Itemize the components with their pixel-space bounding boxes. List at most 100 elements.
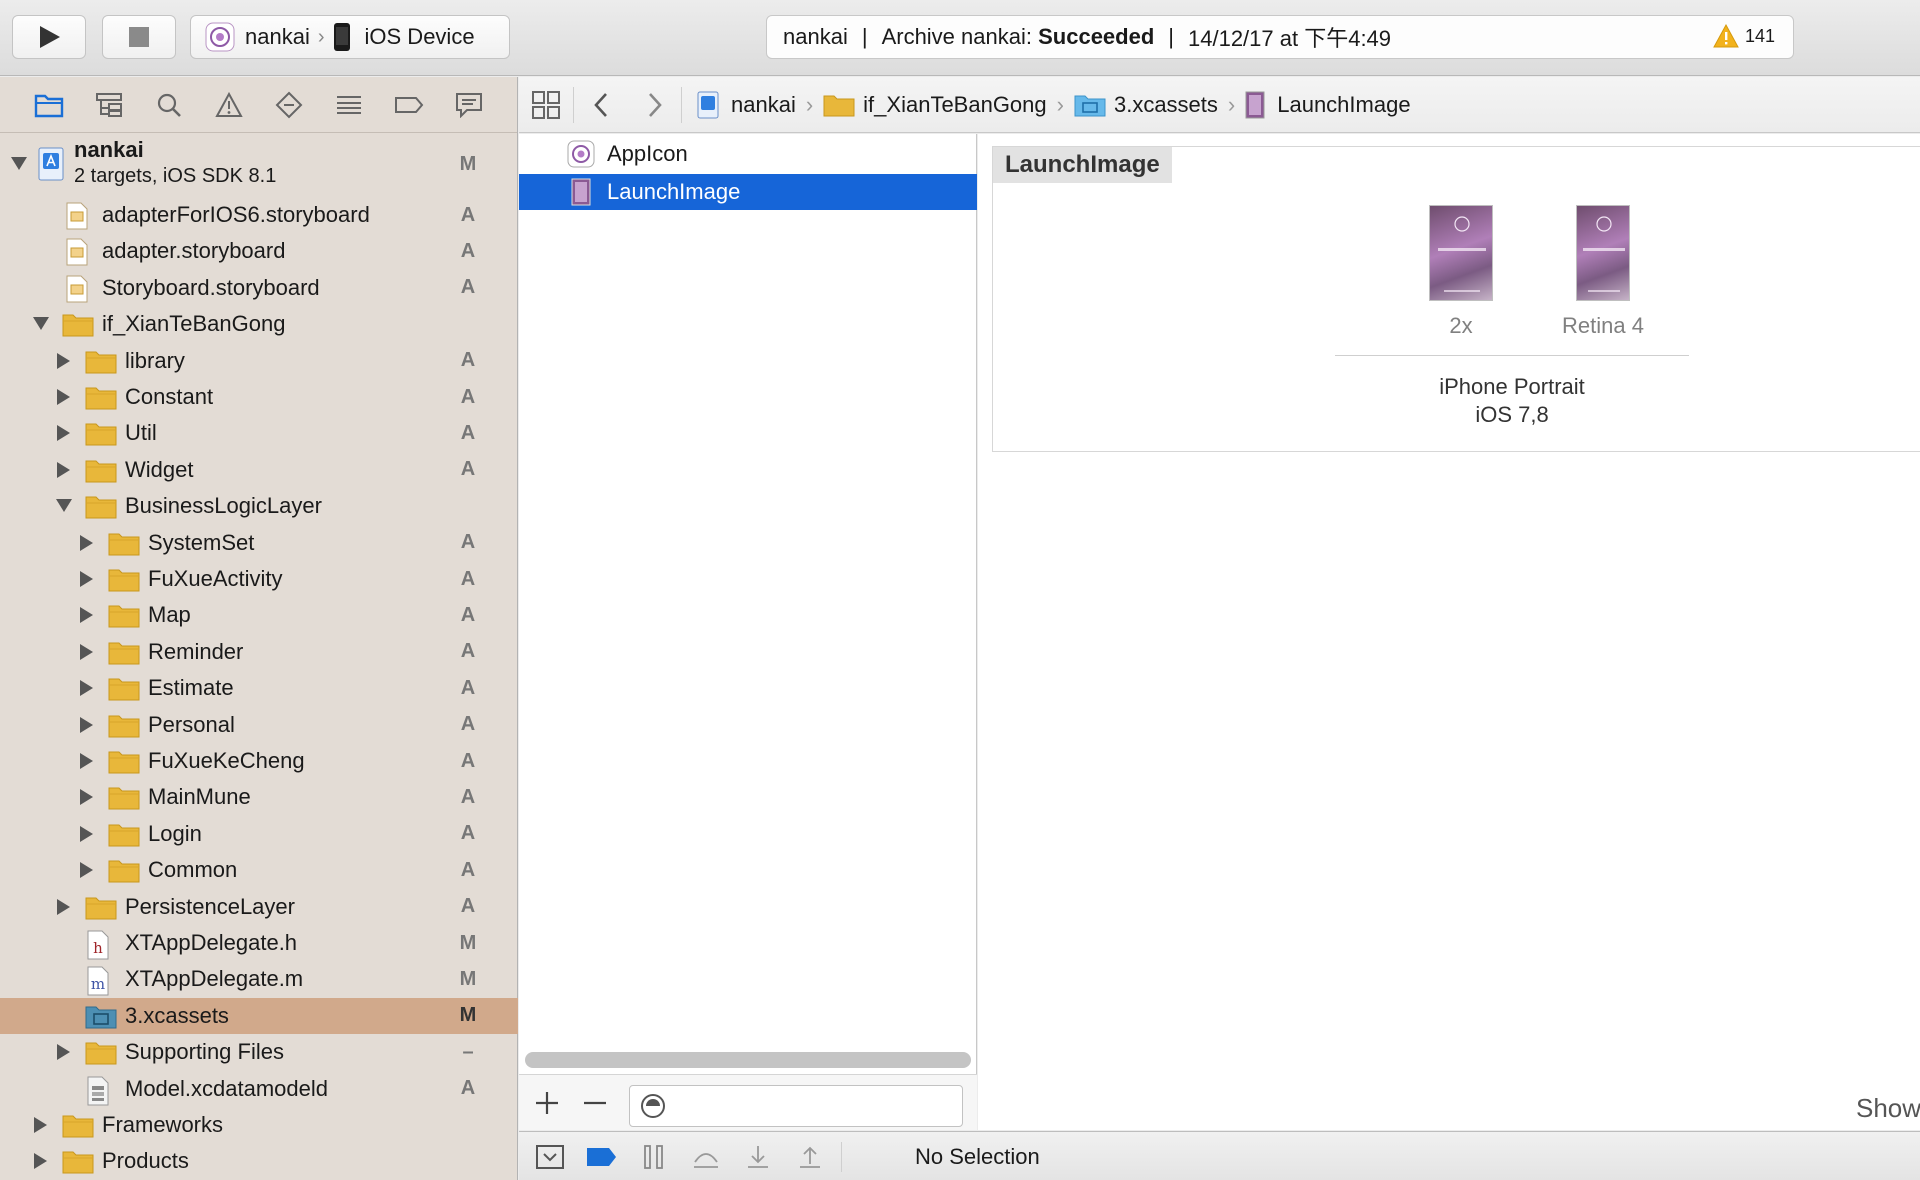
navigator-row[interactable]: Map A	[0, 597, 518, 633]
symbol-navigator-tab[interactable]	[92, 89, 126, 121]
navigator-row-label: Products	[102, 1148, 189, 1174]
back-button[interactable]	[591, 77, 611, 133]
folder-icon	[85, 1039, 117, 1065]
navigator-row[interactable]: m XTAppDelegate.m M	[0, 961, 518, 997]
disclosure-collapsed-icon[interactable]	[78, 570, 96, 588]
disclosure-collapsed-icon[interactable]	[78, 825, 96, 843]
step-over-button[interactable]	[689, 1142, 723, 1172]
related-items-button[interactable]	[531, 77, 561, 133]
breakpoint-navigator-tab[interactable]	[392, 89, 426, 121]
navigator-row[interactable]: Common A	[0, 852, 518, 888]
project-root-row[interactable]: nankai 2 targets, iOS SDK 8.1 M	[0, 133, 518, 197]
navigator-row[interactable]: Personal A	[0, 707, 518, 743]
breakpoints-toggle-button[interactable]	[585, 1142, 619, 1172]
navigator-row[interactable]: Util A	[0, 415, 518, 451]
stop-button[interactable]	[102, 15, 176, 59]
breadcrumb-image-set[interactable]: LaunchImage	[1245, 91, 1411, 119]
run-button[interactable]	[12, 15, 86, 59]
scm-status: A	[460, 239, 476, 262]
activity-archive-status: Succeeded	[1038, 24, 1155, 49]
navigator-row[interactable]: library A	[0, 343, 518, 379]
disclosure-collapsed-icon[interactable]	[78, 752, 96, 770]
debug-navigator-tab[interactable]	[332, 89, 366, 121]
disclosure-collapsed-icon[interactable]	[55, 1043, 73, 1061]
asset-filter-field[interactable]	[629, 1085, 963, 1127]
disclosure-expanded-icon[interactable]	[32, 315, 50, 333]
disclosure-expanded-icon[interactable]	[55, 497, 73, 515]
navigator-row[interactable]: Products	[0, 1143, 518, 1179]
breadcrumb-project[interactable]: nankai	[697, 91, 796, 119]
remove-asset-button[interactable]	[581, 1089, 609, 1122]
disclosure-collapsed-icon[interactable]	[55, 388, 73, 406]
navigator-row[interactable]: SystemSet A	[0, 525, 518, 561]
disclosure-collapsed-icon[interactable]	[78, 788, 96, 806]
project-navigator-tab[interactable]	[32, 89, 66, 121]
scm-status: A	[460, 276, 476, 299]
navigator-row[interactable]: FuXueKeCheng A	[0, 743, 518, 779]
disclosure-collapsed-icon[interactable]	[55, 461, 73, 479]
disclosure-collapsed-icon[interactable]	[78, 679, 96, 697]
test-navigator-tab[interactable]	[272, 89, 306, 121]
navigator-row[interactable]: Reminder A	[0, 634, 518, 670]
navigator-row[interactable]: Model.xcdatamodeld A	[0, 1071, 518, 1107]
disclosure-collapsed-icon[interactable]	[78, 861, 96, 879]
slot-label: Retina 4	[1562, 313, 1644, 338]
navigator-row[interactable]: Widget A	[0, 452, 518, 488]
asset-item-label: LaunchImage	[607, 179, 741, 204]
step-out-button[interactable]	[793, 1142, 827, 1172]
disclosure-collapsed-icon[interactable]	[32, 1116, 50, 1134]
forward-button[interactable]	[645, 77, 665, 133]
navigator-row[interactable]: FuXueActivity A	[0, 561, 518, 597]
navigator-row[interactable]: adapter.storyboard A	[0, 233, 518, 269]
asset-item-launchimage[interactable]: LaunchImage	[519, 174, 977, 210]
disclosure-collapsed-icon[interactable]	[32, 1152, 50, 1170]
image-slot-2x[interactable]: 2x	[1391, 205, 1531, 339]
warning-count: 141	[1744, 25, 1775, 46]
horizontal-scrollbar[interactable]	[525, 1052, 971, 1068]
asset-item-appicon[interactable]: AppIcon	[519, 136, 977, 172]
report-navigator-tab[interactable]	[452, 89, 486, 121]
disclosure-collapsed-icon[interactable]	[78, 716, 96, 734]
pause-button[interactable]	[637, 1142, 671, 1172]
step-into-button[interactable]	[741, 1142, 775, 1172]
navigator-row[interactable]: Login A	[0, 816, 518, 852]
navigator-row[interactable]: h XTAppDelegate.h M	[0, 925, 518, 961]
navigator-row-label: adapter.storyboard	[102, 238, 286, 264]
disclosure-collapsed-icon[interactable]	[78, 606, 96, 624]
disclosure-collapsed-icon[interactable]	[55, 898, 73, 916]
hide-debug-area-button[interactable]	[533, 1142, 567, 1172]
navigator-row[interactable]: MainMune A	[0, 779, 518, 815]
folder-icon	[34, 94, 64, 118]
navigator-row[interactable]: Frameworks	[0, 1107, 518, 1143]
navigator-row[interactable]: Storyboard.storyboard A	[0, 270, 518, 306]
add-asset-button[interactable]	[533, 1089, 561, 1122]
disclosure-expanded-icon[interactable]	[10, 155, 28, 173]
find-navigator-tab[interactable]	[152, 89, 186, 121]
disclosure-collapsed-icon[interactable]	[78, 534, 96, 552]
show-inspector-label[interactable]: Show	[1856, 1093, 1920, 1124]
scheme-selector[interactable]: nankai › iOS Device	[190, 15, 510, 59]
disclosure-collapsed-icon[interactable]	[55, 424, 73, 442]
folder-icon	[62, 311, 94, 337]
navigator-row[interactable]: 3.xcassets M	[0, 997, 518, 1034]
warning-counter[interactable]: 141	[1713, 24, 1775, 48]
navigator-row[interactable]: BusinessLogicLayer	[0, 488, 518, 524]
navigator-row[interactable]: PersistenceLayer A	[0, 889, 518, 925]
breadcrumb-asset-catalog[interactable]: 3.xcassets	[1074, 92, 1218, 118]
slot-label: 2x	[1449, 313, 1473, 338]
navigator-row[interactable]: if_XianTeBanGong	[0, 306, 518, 342]
disclosure-collapsed-icon[interactable]	[78, 643, 96, 661]
navigator-row[interactable]: Supporting Files –	[0, 1034, 518, 1070]
navigator-row[interactable]: Estimate A	[0, 670, 518, 706]
navigator-row[interactable]: adapterForIOS6.storyboard A	[0, 197, 518, 233]
navigator-row-label: FuXueKeCheng	[148, 748, 305, 773]
navigator-row-label: Util	[125, 420, 157, 446]
folder-icon	[62, 1112, 94, 1138]
disclosure-collapsed-icon[interactable]	[55, 352, 73, 370]
breadcrumb-group[interactable]: if_XianTeBanGong	[823, 92, 1047, 118]
navigator-row[interactable]: Constant A	[0, 379, 518, 415]
navigator-row-label: Estimate	[148, 675, 234, 701]
debug-area-toggle-icon	[536, 1145, 564, 1169]
issue-navigator-tab[interactable]	[212, 89, 246, 121]
image-slot-retina-4[interactable]: Retina 4	[1533, 205, 1673, 339]
